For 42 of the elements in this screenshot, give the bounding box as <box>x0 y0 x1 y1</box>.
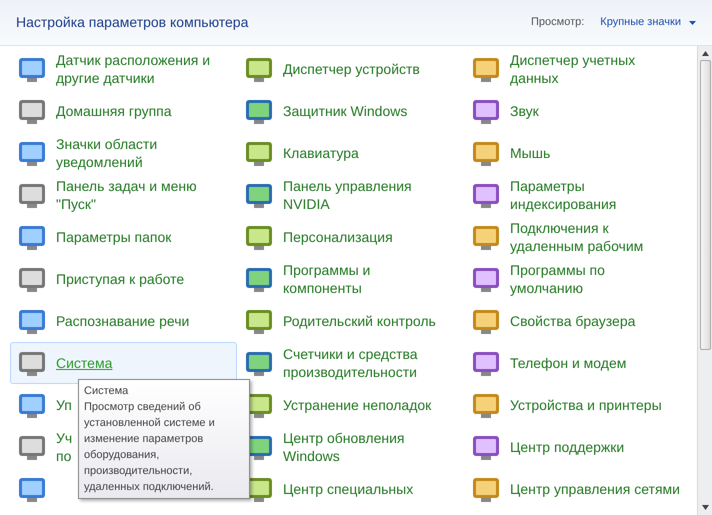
caret-icon <box>689 20 696 24</box>
applet-link[interactable]: Мышь <box>464 132 556 174</box>
applet-link[interactable]: Система <box>10 342 237 384</box>
applet-link[interactable]: Диспетчер учетных данных <box>464 48 640 90</box>
applet-link[interactable]: Персонализация <box>237 216 398 258</box>
applet-link[interactable]: Центр специальных <box>237 468 418 510</box>
applet-link[interactable]: Подключения к удаленным рабочим <box>464 216 648 258</box>
applet-link[interactable]: Телефон и модем <box>464 342 632 384</box>
applet-link[interactable]: Защитник Windows <box>237 90 412 132</box>
applet-link[interactable]: Счетчики и средства производительности <box>237 342 423 384</box>
tooltip-title: Система <box>84 384 130 399</box>
applet-link[interactable]: Уч по <box>10 426 78 468</box>
applet-link[interactable]: Параметры индексирования <box>464 174 622 216</box>
applet-link[interactable]: Центр поддержки <box>464 426 630 468</box>
applet-link[interactable]: Звук <box>464 90 544 132</box>
applet-link[interactable]: Приступая к работе <box>10 258 190 300</box>
applet-link[interactable]: Центр обновления Windows <box>237 426 410 468</box>
applet-link[interactable]: Программы и компоненты <box>237 258 376 300</box>
scroll-up-icon[interactable] <box>702 51 708 56</box>
tooltip-text: Просмотр сведений об установленной системе и изменение параметров оборудования, производительности, удаленных подключений. <box>84 400 216 495</box>
applet-link[interactable]: Домашняя группа <box>10 90 177 132</box>
applet-link[interactable]: Распознавание речи <box>10 300 194 342</box>
applet-link[interactable]: Датчик расположения и другие датчики <box>10 48 216 90</box>
page-title: Настройка параметров компьютера <box>16 13 248 32</box>
applet-link[interactable]: Диспетчер устройств <box>237 48 425 90</box>
scroll-down-icon[interactable] <box>702 505 708 510</box>
applet-link[interactable]: Параметры папок <box>10 216 176 258</box>
applet-link[interactable]: Устранение неполадок <box>237 384 436 426</box>
scrollbar[interactable] <box>697 46 712 515</box>
applet-link[interactable]: Родительский контроль <box>237 300 441 342</box>
applet-link[interactable]: Устройства и принтеры <box>464 384 667 426</box>
applet-link[interactable]: Центр управления сетями <box>464 468 685 510</box>
applet-link[interactable]: Значки области уведомлений <box>10 132 162 174</box>
applet-link[interactable]: Панель задач и меню "Пуск" <box>10 174 202 216</box>
applet-link[interactable]: Свойства браузера <box>464 300 640 342</box>
view-dropdown[interactable]: Крупные значки <box>600 14 696 31</box>
applet-link[interactable]: Панель управления NVIDIA <box>237 174 417 216</box>
applet-link[interactable]: Программы по умолчанию <box>464 258 610 300</box>
view-label: Просмотр: <box>531 15 584 30</box>
applet-link[interactable]: Уп <box>10 384 77 426</box>
applet-link[interactable]: Клавиатура <box>237 132 364 174</box>
scrollbar-thumb[interactable] <box>700 60 710 350</box>
